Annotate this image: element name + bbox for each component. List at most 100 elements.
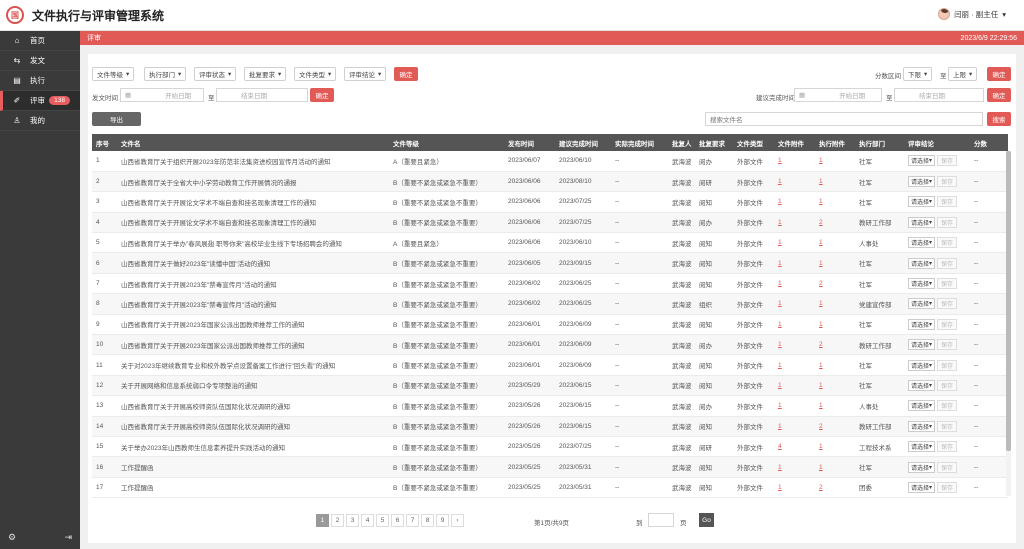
suggest-time-confirm-button[interactable]: 确定 <box>987 88 1011 102</box>
search-input[interactable]: 搜索文件名 <box>705 112 983 126</box>
table-row[interactable]: 10 山西省教育厅关于开展2023年国家公派出国教师推荐工作的通知 B（重要不紧急或… <box>92 334 1008 356</box>
conclusion-select[interactable]: 请选择 ▾ <box>908 339 936 351</box>
conclusion-select[interactable]: 请选择 ▾ <box>908 278 936 290</box>
table-row[interactable]: 9 山西省教育厅关于开展2023年国家公派出国教师推荐工作的通知 B（重要不紧急或紧… <box>92 314 1008 336</box>
table-row[interactable]: 17 工作提醒函 B（重要不紧急或紧急不重要） 2023/05/25 2023/05/3… <box>92 477 1008 499</box>
conclusion-select[interactable]: 请选择 ▾ <box>908 257 936 269</box>
send-end-date-input[interactable]: 结束日期 <box>216 88 308 102</box>
save-button[interactable]: 保存 <box>937 298 958 310</box>
save-button[interactable]: 保存 <box>937 257 958 269</box>
save-button[interactable]: 保存 <box>937 237 958 249</box>
exec-attachment-link[interactable]: 1 <box>819 239 823 246</box>
exec-attachment-link[interactable]: 1 <box>819 382 823 389</box>
exec-attachment-link[interactable]: 1 <box>819 464 823 471</box>
page-button[interactable]: 3 <box>346 514 359 527</box>
sidebar-item-execute[interactable]: ▤ 执行 <box>0 71 80 91</box>
page-button[interactable]: 1 <box>316 514 329 527</box>
save-button[interactable]: 保存 <box>937 441 958 453</box>
score-confirm-button[interactable]: 确定 <box>987 67 1011 81</box>
table-row[interactable]: 5 山西省教育厅关于举办"春风展翅 职等你来"高校毕业生线下专场招聘会的通知 A（重… <box>92 232 1008 254</box>
conclusion-select[interactable]: 请选择 ▾ <box>908 441 936 453</box>
conclusion-select[interactable]: 请选择 ▾ <box>908 237 936 249</box>
search-button[interactable]: 搜索 <box>987 112 1011 126</box>
table-row[interactable]: 15 关于举办2023年山西教师生信息素养提升实践活动的通知 B（重要不紧急或紧急不… <box>92 436 1008 458</box>
page-button[interactable]: 7 <box>406 514 419 527</box>
save-button[interactable]: 保存 <box>937 216 958 228</box>
settings-icon[interactable]: ⚙ <box>8 532 16 543</box>
save-button[interactable]: 保存 <box>937 278 958 290</box>
conclusion-select[interactable]: 请选择 ▾ <box>908 176 936 188</box>
file-attachment-link[interactable]: 1 <box>778 402 782 409</box>
file-attachment-link[interactable]: 1 <box>778 321 782 328</box>
scrollbar-thumb[interactable] <box>1006 151 1011 451</box>
file-attachment-link[interactable]: 1 <box>778 423 782 430</box>
file-attachment-link[interactable]: 1 <box>778 300 782 307</box>
file-attachment-link[interactable]: 1 <box>778 260 782 267</box>
table-scrollbar[interactable] <box>1006 151 1011 496</box>
conclusion-select[interactable]: 请选择 ▾ <box>908 420 936 432</box>
conclusion-select[interactable]: 请选择 ▾ <box>908 481 936 493</box>
exec-attachment-link[interactable]: 1 <box>819 198 823 205</box>
conclusion-select[interactable]: 请选择 ▾ <box>908 216 936 228</box>
exec-attachment-link[interactable]: 2 <box>819 219 823 226</box>
table-row[interactable]: 14 山西省教育厅关于开展高校师资队伍国际化状况调研的通知 B（重要不紧急或紧急不重… <box>92 416 1008 437</box>
exec-attachment-link[interactable]: 1 <box>819 362 823 369</box>
filter-review-status[interactable]: 评审状态 ▾ <box>194 67 237 81</box>
exec-attachment-link[interactable]: 1 <box>819 157 823 164</box>
exec-attachment-link[interactable]: 2 <box>819 484 823 491</box>
send-time-confirm-button[interactable]: 确定 <box>310 88 334 102</box>
page-button[interactable]: 2 <box>331 514 344 527</box>
page-button[interactable]: 5 <box>376 514 389 527</box>
exec-attachment-link[interactable]: 2 <box>819 341 823 348</box>
save-button[interactable]: 保存 <box>937 420 958 432</box>
save-button[interactable]: 保存 <box>937 379 958 391</box>
go-button[interactable]: Go <box>699 513 714 527</box>
next-page-icon[interactable]: › <box>451 514 464 527</box>
exec-attachment-link[interactable]: 1 <box>819 402 823 409</box>
exec-attachment-link[interactable]: 2 <box>819 280 823 287</box>
save-button[interactable]: 保存 <box>937 400 958 412</box>
filter-file-type[interactable]: 文件类型 ▾ <box>294 67 337 81</box>
conclusion-select[interactable]: 请选择 ▾ <box>908 461 936 473</box>
file-attachment-link[interactable]: 1 <box>778 157 782 164</box>
file-attachment-link[interactable]: 1 <box>778 382 782 389</box>
file-attachment-link[interactable]: 1 <box>778 341 782 348</box>
conclusion-select[interactable]: 请选择 ▾ <box>908 318 936 330</box>
goto-page-input[interactable] <box>648 513 674 527</box>
exec-attachment-link[interactable]: 1 <box>819 443 823 450</box>
page-button[interactable]: 9 <box>436 514 449 527</box>
conclusion-select[interactable]: 请选择 ▾ <box>908 155 936 167</box>
exec-attachment-link[interactable]: 1 <box>819 178 823 185</box>
conclusion-select[interactable]: 请选择 ▾ <box>908 400 936 412</box>
save-button[interactable]: 保存 <box>937 339 958 351</box>
export-button[interactable]: 导出 <box>92 112 141 126</box>
save-button[interactable]: 保存 <box>937 318 958 330</box>
table-row[interactable]: 11 关于对2023年继续教育专业和校外教学点设置备案工作进行"回头看"的通知 B（… <box>92 354 1008 376</box>
exec-attachment-link[interactable]: 1 <box>819 260 823 267</box>
page-button[interactable]: 8 <box>421 514 434 527</box>
save-button[interactable]: 保存 <box>937 481 958 493</box>
sidebar-item-mine[interactable]: ♙ 我的 <box>0 111 80 131</box>
save-button[interactable]: 保存 <box>937 155 958 167</box>
file-attachment-link[interactable]: 1 <box>778 464 782 471</box>
file-attachment-link[interactable]: 1 <box>778 198 782 205</box>
file-attachment-link[interactable]: 1 <box>778 362 782 369</box>
score-high-select[interactable]: 上限 ▾ <box>948 67 978 81</box>
sidebar-item-home[interactable]: ⌂ 首页 <box>0 31 80 51</box>
save-button[interactable]: 保存 <box>937 176 958 188</box>
conclusion-select[interactable]: 请选择 ▾ <box>908 298 936 310</box>
filter-exec-dept[interactable]: 执行部门 ▾ <box>144 67 187 81</box>
file-attachment-link[interactable]: 1 <box>778 239 782 246</box>
suggest-start-date-input[interactable]: ▦ 开始日期 <box>794 88 882 102</box>
filter-file-level[interactable]: 文件等级 ▾ <box>92 67 135 81</box>
table-row[interactable]: 8 山西省教育厅关于开展2023年"禁毒宣传月"活动的通知 B（重要不紧急或紧急不重… <box>92 293 1008 315</box>
table-row[interactable]: 16 工作提醒函 B（重要不紧急或紧急不重要） 2023/05/25 2023/05/3… <box>92 456 1008 478</box>
exec-attachment-link[interactable]: 1 <box>819 321 823 328</box>
page-button[interactable]: 4 <box>361 514 374 527</box>
score-low-select[interactable]: 下限 ▾ <box>903 67 933 81</box>
file-attachment-link[interactable]: 1 <box>778 178 782 185</box>
table-row[interactable]: 12 关于开展网络和信息系统弱口令专项整治的通知 B（重要不紧急或紧急不重要） 202… <box>92 375 1008 397</box>
logout-icon[interactable]: ⇥ <box>64 532 72 543</box>
suggest-end-date-input[interactable]: 结束日期 <box>894 88 984 102</box>
sidebar-item-review[interactable]: ✐ 评审 138 <box>0 91 80 111</box>
